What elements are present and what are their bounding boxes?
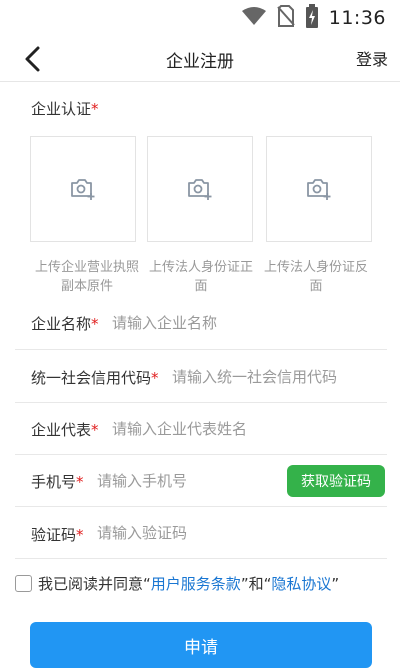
representative-input[interactable] [112,417,372,441]
credit-code-row: 统一社会信用代码* [15,351,387,403]
quote-mark: ” [331,574,340,593]
caption-line: 上传企业营业执照 [34,260,139,275]
required-mark: * [91,421,99,439]
company-name-row: 企业名称* [15,298,387,350]
verify-code-input[interactable] [97,521,357,545]
status-time: 11:36 [328,7,386,29]
agreement-middle: ”和“ [240,574,272,593]
label-text: 手机号 [31,473,77,491]
login-link[interactable]: 登录 [356,46,388,70]
label-text: 企业名称 [31,315,92,333]
representative-label: 企业代表* [31,419,99,440]
upload-caption-license: 上传企业营业执照 副本原件 [26,258,148,296]
wifi-icon [241,6,267,30]
label-text: 验证码 [31,526,77,544]
verify-code-label: 验证码* [31,524,84,545]
camera-add-icon [307,179,331,200]
upload-id-back[interactable] [266,136,372,242]
required-mark: * [151,369,159,387]
agreement-row: 我已阅读并同意“用户服务条款”和“隐私协议” [15,570,339,596]
company-name-input[interactable] [112,311,372,335]
caption-line: 上传法人身份证反 [263,260,368,275]
label-text: 企业代表 [31,421,92,439]
caption-line: 副本原件 [60,279,113,294]
upload-group: 上传企业营业执照 副本原件 上传法人身份证正 面 上传法人身份证反 面 [30,136,372,296]
phone-input[interactable] [97,469,257,493]
required-mark: * [91,315,99,333]
terms-link[interactable]: 用户服务条款 [151,575,241,593]
required-mark: * [76,526,84,544]
caption-line: 面 [309,279,323,294]
verify-code-row: 验证码* [15,507,387,559]
label-text: 统一社会信用代码 [31,369,152,387]
caption-line: 面 [194,279,208,294]
privacy-link[interactable]: 隐私协议 [271,575,331,593]
caption-line: 上传法人身份证正 [148,260,253,275]
phone-label: 手机号* [31,471,84,492]
certification-title: 企业认证* [31,98,99,119]
nav-bar: 企业注册 登录 [0,36,400,82]
required-mark: * [76,473,84,491]
no-sim-icon [276,5,295,31]
camera-add-icon [71,179,95,200]
submit-button[interactable]: 申请 [30,622,372,668]
representative-row: 企业代表* [15,403,387,455]
credit-code-input[interactable] [172,365,372,389]
quote-mark: “ [143,574,151,593]
status-bar: 11:36 [0,0,400,36]
required-mark: * [91,100,99,118]
certification-title-text: 企业认证 [31,100,92,118]
upload-caption-id-front: 上传法人身份证正 面 [140,258,262,296]
company-name-label: 企业名称* [31,313,99,334]
upload-caption-id-back: 上传法人身份证反 面 [255,258,377,296]
agreement-prefix: 我已阅读并同意 [38,574,144,593]
agreement-text: 我已阅读并同意“用户服务条款”和“隐私协议” [38,573,339,594]
credit-code-label: 统一社会信用代码* [31,367,159,388]
upload-id-front[interactable] [147,136,253,242]
get-code-button[interactable]: 获取验证码 [287,465,385,497]
agreement-checkbox[interactable] [15,574,32,592]
camera-add-icon [188,179,212,200]
page-title: 企业注册 [166,52,234,72]
battery-charging-icon [305,4,319,32]
upload-business-license[interactable] [30,136,136,242]
